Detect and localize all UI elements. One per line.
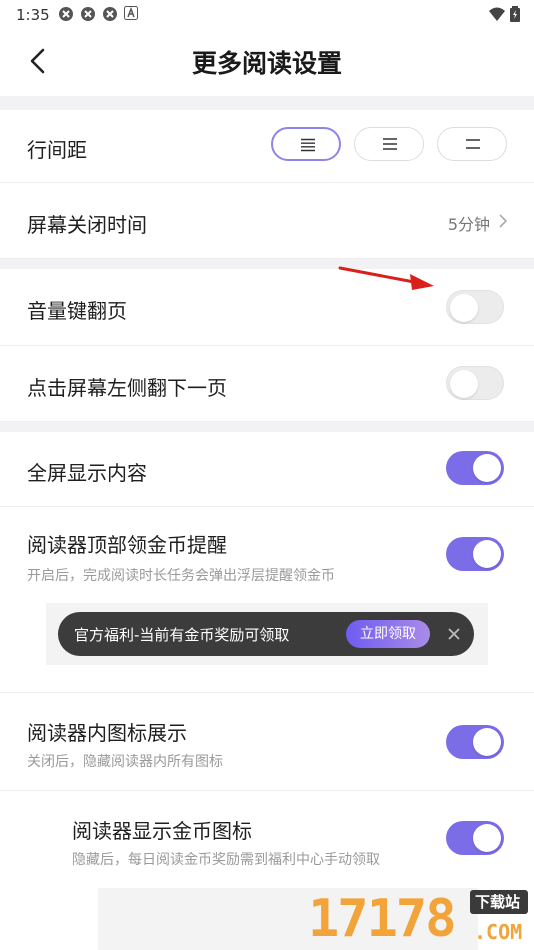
line-spacing-dense-button[interactable] bbox=[271, 127, 341, 161]
toggle-knob bbox=[473, 540, 501, 568]
battery-icon bbox=[510, 6, 520, 26]
annotation-arrow-icon bbox=[336, 262, 436, 296]
close-icon[interactable] bbox=[444, 624, 464, 644]
medium-lines-icon bbox=[383, 138, 397, 150]
coin-reminder-toggle[interactable] bbox=[446, 537, 504, 571]
notification-icons bbox=[58, 6, 138, 27]
toggle-knob bbox=[473, 454, 501, 482]
watermark-logo: 17178 下载站 .COM bbox=[304, 888, 530, 950]
toast-preview-area: 官方福利-当前有金币奖励可领取 立即领取 bbox=[46, 603, 488, 665]
toggle-knob bbox=[473, 824, 501, 852]
screen-off-value: 5分钟 bbox=[447, 215, 490, 234]
app-icon bbox=[58, 6, 74, 27]
toggle-knob bbox=[450, 370, 478, 398]
status-time: 1:35 bbox=[16, 6, 50, 24]
section-divider bbox=[0, 259, 534, 269]
toggle-knob bbox=[450, 294, 478, 322]
line-spacing-label: 行间距 bbox=[27, 138, 87, 162]
a-badge-icon bbox=[124, 6, 138, 27]
coin-icon-description: 隐藏后，每日阅读金币奖励需到福利中心手动领取 bbox=[72, 852, 380, 868]
page-title: 更多阅读设置 bbox=[191, 49, 342, 78]
section-divider bbox=[0, 422, 534, 432]
line-spacing-row: 行间距 bbox=[0, 110, 534, 183]
fullscreen-toggle[interactable] bbox=[446, 451, 504, 485]
volume-key-row: 音量键翻页 bbox=[0, 269, 534, 346]
coin-reminder-description: 开启后，完成阅读时长任务会弹出浮层提醒领金币 bbox=[27, 568, 335, 584]
claim-now-button[interactable]: 立即领取 bbox=[346, 620, 430, 648]
app-icon bbox=[80, 6, 96, 27]
screen-off-label: 屏幕关闭时间 bbox=[27, 213, 147, 237]
fullscreen-row: 全屏显示内容 bbox=[0, 432, 534, 507]
chevron-right-icon bbox=[498, 213, 508, 233]
coin-toast: 官方福利-当前有金币奖励可领取 立即领取 bbox=[58, 612, 474, 656]
screen-off-row[interactable]: 屏幕关闭时间 5分钟 bbox=[0, 183, 534, 259]
volume-key-label: 音量键翻页 bbox=[27, 299, 127, 323]
coin-icon-label: 阅读器显示金币图标 bbox=[72, 819, 252, 843]
watermark-number: 17178 bbox=[308, 889, 457, 949]
line-spacing-medium-button[interactable] bbox=[354, 127, 424, 161]
icon-display-toggle[interactable] bbox=[446, 725, 504, 759]
watermark-suffix: .COM bbox=[474, 920, 523, 944]
line-spacing-loose-button[interactable] bbox=[437, 127, 507, 161]
watermark-tag: 下载站 bbox=[475, 893, 521, 911]
icon-display-row: 阅读器内图标展示 关闭后，隐藏阅读器内所有图标 bbox=[0, 693, 534, 791]
coin-reminder-row: 阅读器顶部领金币提醒 开启后，完成阅读时长任务会弹出浮层提醒领金币 bbox=[0, 507, 534, 693]
wifi-icon bbox=[488, 6, 506, 26]
coin-icon-row: 阅读器显示金币图标 隐藏后，每日阅读金币奖励需到福利中心手动领取 bbox=[0, 791, 534, 888]
nav-bar: 更多阅读设置 bbox=[0, 30, 534, 96]
tap-left-row: 点击屏幕左侧翻下一页 bbox=[0, 346, 534, 422]
toggle-knob bbox=[473, 728, 501, 756]
toast-text: 官方福利-当前有金币奖励可领取 bbox=[74, 626, 290, 644]
tap-left-toggle[interactable] bbox=[446, 366, 504, 400]
icon-display-description: 关闭后，隐藏阅读器内所有图标 bbox=[27, 754, 223, 770]
section-divider bbox=[0, 96, 534, 110]
status-bar: 1:35 bbox=[0, 0, 534, 30]
system-icons bbox=[488, 6, 520, 26]
loose-lines-icon bbox=[466, 139, 480, 149]
icon-display-label: 阅读器内图标展示 bbox=[27, 721, 187, 745]
coin-icon-toggle[interactable] bbox=[446, 821, 504, 855]
fullscreen-label: 全屏显示内容 bbox=[27, 461, 147, 485]
tap-left-label: 点击屏幕左侧翻下一页 bbox=[27, 376, 227, 400]
coin-reminder-label: 阅读器顶部领金币提醒 bbox=[27, 533, 227, 557]
volume-key-toggle[interactable] bbox=[446, 290, 504, 324]
dense-lines-icon bbox=[301, 138, 315, 152]
app-icon bbox=[102, 6, 118, 27]
